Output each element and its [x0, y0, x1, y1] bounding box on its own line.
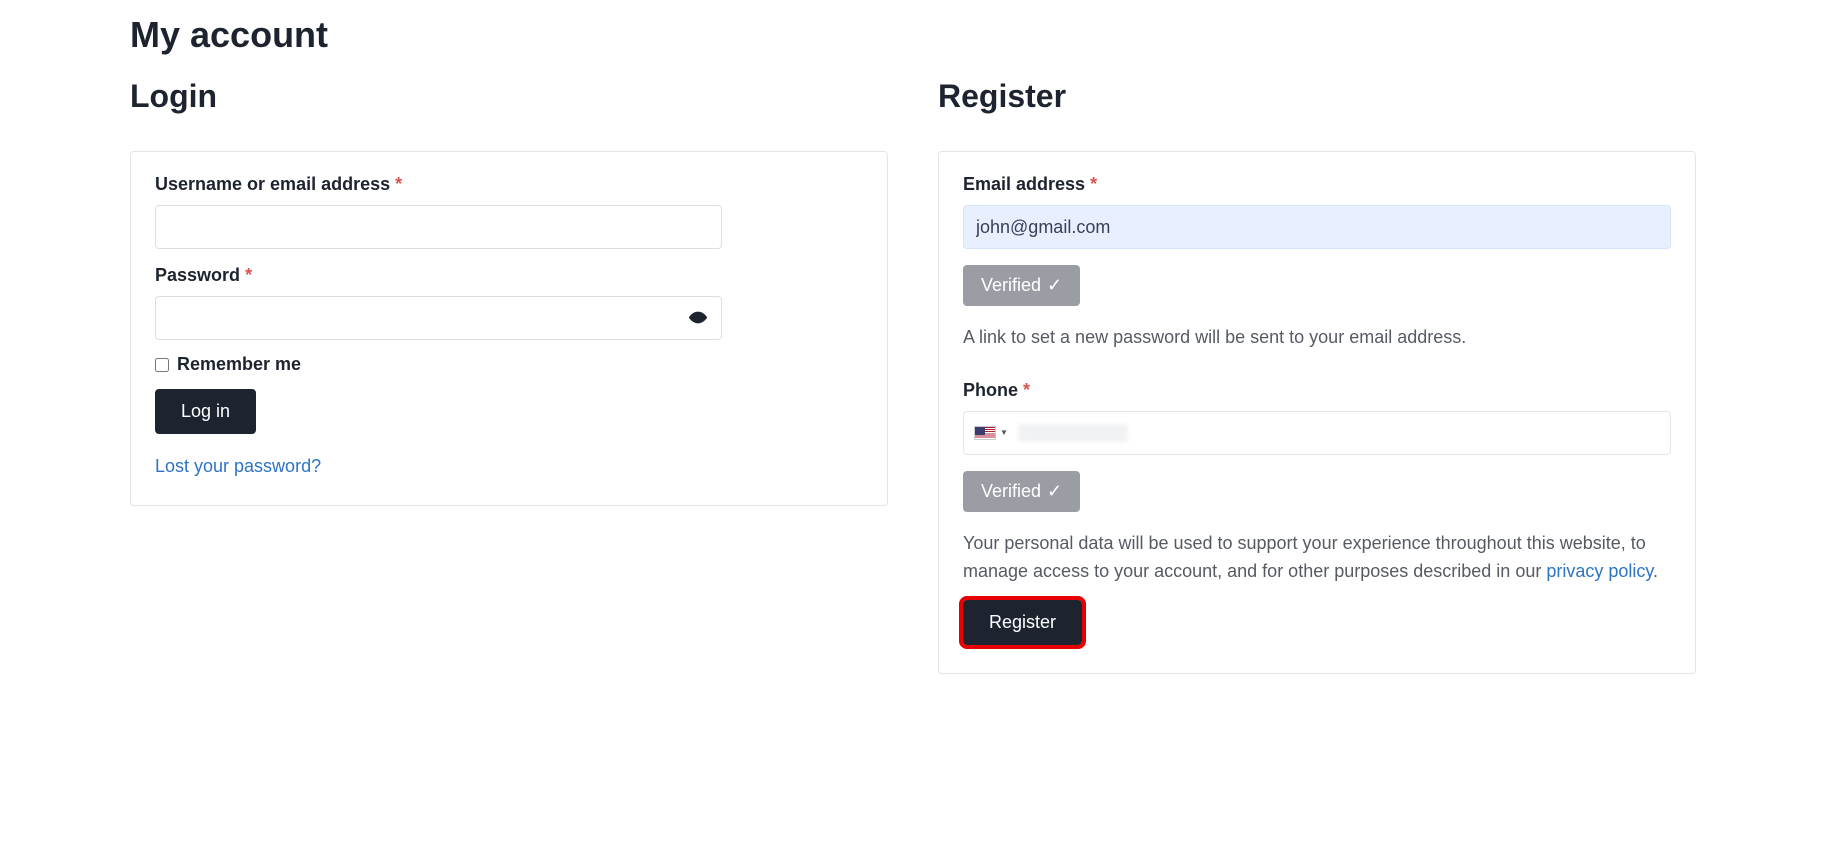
login-button[interactable]: Log in — [155, 389, 256, 434]
email-input[interactable] — [963, 205, 1671, 249]
password-input[interactable] — [155, 296, 722, 340]
chevron-down-icon[interactable]: ▼ — [1000, 428, 1008, 437]
privacy-text: Your personal data will be used to suppo… — [963, 530, 1671, 586]
username-input[interactable] — [155, 205, 722, 249]
verified-label: Verified — [981, 481, 1041, 502]
password-info-text: A link to set a new password will be sen… — [963, 324, 1671, 352]
login-heading: Login — [130, 78, 888, 115]
login-column: Login Username or email address * Passwo… — [130, 78, 888, 674]
phone-number-blurred — [1018, 424, 1128, 442]
phone-input[interactable]: ▼ — [963, 411, 1671, 455]
remember-me-checkbox[interactable] — [155, 358, 169, 372]
register-column: Register Email address * Verified ✓ A li… — [938, 78, 1696, 674]
required-mark: * — [1090, 174, 1097, 194]
email-verified-badge: Verified ✓ — [963, 265, 1080, 306]
register-form-box: Email address * Verified ✓ A link to set… — [938, 151, 1696, 674]
show-password-icon[interactable] — [688, 308, 708, 329]
privacy-policy-link[interactable]: privacy policy — [1546, 561, 1653, 581]
check-icon: ✓ — [1047, 481, 1062, 502]
page-title: My account — [130, 14, 1696, 56]
password-label-text: Password — [155, 265, 240, 285]
phone-verified-badge: Verified ✓ — [963, 471, 1080, 512]
privacy-text-after: . — [1653, 561, 1658, 581]
check-icon: ✓ — [1047, 275, 1062, 296]
required-mark: * — [395, 174, 402, 194]
login-form-box: Username or email address * Password * — [130, 151, 888, 506]
password-label: Password * — [155, 265, 863, 286]
flag-us-icon[interactable] — [974, 426, 996, 440]
username-label: Username or email address * — [155, 174, 863, 195]
required-mark: * — [245, 265, 252, 285]
privacy-text-before: Your personal data will be used to suppo… — [963, 533, 1646, 581]
username-label-text: Username or email address — [155, 174, 390, 194]
register-heading: Register — [938, 78, 1696, 115]
required-mark: * — [1023, 380, 1030, 400]
email-label: Email address * — [963, 174, 1671, 195]
phone-label: Phone * — [963, 380, 1671, 401]
email-label-text: Email address — [963, 174, 1085, 194]
lost-password-link[interactable]: Lost your password? — [155, 456, 321, 477]
register-button[interactable]: Register — [963, 600, 1082, 645]
verified-label: Verified — [981, 275, 1041, 296]
phone-label-text: Phone — [963, 380, 1018, 400]
remember-me-label: Remember me — [177, 354, 301, 375]
